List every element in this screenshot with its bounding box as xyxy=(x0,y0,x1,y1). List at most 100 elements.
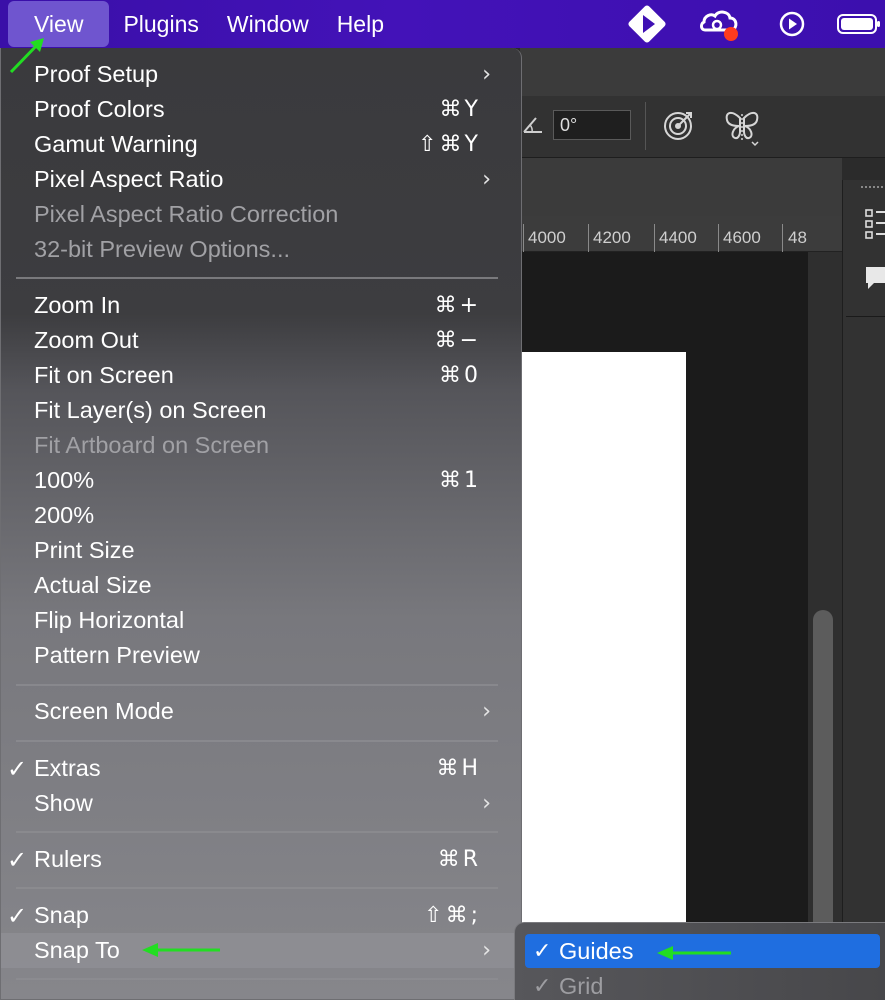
submenu-item-label: Guides xyxy=(559,937,634,964)
angle-icon xyxy=(520,110,546,138)
menu-item-show[interactable]: Show › xyxy=(1,786,521,821)
angle-input[interactable]: 0° xyxy=(553,110,631,140)
menu-item-shortcut: ⌘+ xyxy=(434,293,481,318)
checkmark-icon: ✓ xyxy=(533,973,552,999)
menu-item-print-size[interactable]: Print Size xyxy=(1,533,521,568)
menu-item-label: Screen Mode xyxy=(34,698,174,724)
ruler-tick xyxy=(654,224,655,252)
menu-plugins[interactable]: Plugins xyxy=(109,1,212,47)
ruler-tick xyxy=(523,224,524,252)
toolbar-divider xyxy=(645,102,646,150)
menu-item-shortcut: ⌘0 xyxy=(439,363,481,388)
menu-item-label: Show xyxy=(34,790,93,816)
menu-item-proof-colors[interactable]: Proof Colors ⌘Y xyxy=(1,92,521,127)
menu-item-zoom-out[interactable]: Zoom Out ⌘− xyxy=(1,323,521,358)
menu-item-label: Zoom In xyxy=(34,292,121,318)
document-tab-bar xyxy=(520,158,842,216)
menu-item-label: Snap xyxy=(34,902,89,928)
menu-separator xyxy=(16,277,498,279)
menu-item-shortcut: ⌘R xyxy=(437,847,481,872)
view-menu-dropdown: Proof Setup › Proof Colors ⌘Y Gamut Warn… xyxy=(0,48,522,1000)
menu-item-label: Actual Size xyxy=(34,572,152,598)
menu-item-label: Zoom Out xyxy=(34,327,139,353)
ruler-label: 4400 xyxy=(659,228,697,247)
menu-item-label: 32-bit Preview Options... xyxy=(34,236,290,262)
ruler-label: 4600 xyxy=(723,228,761,247)
submenu-chevron-icon: › xyxy=(482,62,491,87)
menu-item-label: Proof Setup xyxy=(34,61,159,87)
menu-item-fit-artboard-on-screen: Fit Artboard on Screen xyxy=(1,428,521,463)
menu-item-pixel-aspect-ratio[interactable]: Pixel Aspect Ratio › xyxy=(1,162,521,197)
target-icon[interactable] xyxy=(660,108,696,149)
diamond-play-icon[interactable] xyxy=(624,0,670,48)
menu-separator xyxy=(16,831,498,833)
submenu-chevron-icon: › xyxy=(482,167,491,192)
comments-panel-icon[interactable] xyxy=(864,265,885,298)
annotation-arrow-icon xyxy=(9,38,44,74)
menu-help[interactable]: Help xyxy=(323,1,398,47)
menu-item-label: 100% xyxy=(34,467,95,493)
submenu-chevron-icon: › xyxy=(482,938,491,963)
menu-item-label: Fit on Screen xyxy=(34,362,174,388)
document-canvas[interactable] xyxy=(520,352,686,932)
menu-separator xyxy=(16,887,498,889)
menu-item-gamut-warning[interactable]: Gamut Warning ⇧⌘Y xyxy=(1,127,521,162)
app-header-strip xyxy=(520,48,885,96)
submenu-item-grid[interactable]: ✓ Grid xyxy=(525,969,880,1000)
menu-item-actual-size[interactable]: Actual Size xyxy=(1,568,521,603)
menu-item-pixel-aspect-ratio-correction: Pixel Aspect Ratio Correction xyxy=(1,197,521,232)
checkmark-icon: ✓ xyxy=(7,845,28,874)
battery-icon[interactable] xyxy=(834,0,884,48)
menu-item-100-percent[interactable]: 100% ⌘1 xyxy=(1,463,521,498)
ruler-tick xyxy=(588,224,589,252)
play-circle-icon[interactable] xyxy=(770,0,814,48)
menu-item-fit-layers-on-screen[interactable]: Fit Layer(s) on Screen xyxy=(1,393,521,428)
menu-item-label: Fit Layer(s) on Screen xyxy=(34,397,267,423)
menu-item-label: Snap To xyxy=(34,937,120,963)
menu-separator xyxy=(16,684,498,686)
annotation-arrow-icon xyxy=(657,946,731,960)
menu-item-rulers[interactable]: ✓ Rulers ⌘R xyxy=(1,842,521,877)
menu-item-label: Print Size xyxy=(34,537,135,563)
ruler-label: 4000 xyxy=(528,228,566,247)
right-panel-dock xyxy=(842,180,885,1000)
menu-item-200-percent[interactable]: 200% xyxy=(1,498,521,533)
ruler-tick xyxy=(782,224,783,252)
symmetry-butterfly-icon[interactable] xyxy=(722,106,762,153)
menu-item-label: Fit Artboard on Screen xyxy=(34,432,270,458)
menu-item-shortcut: ⇧⌘; xyxy=(424,903,481,928)
checkmark-icon: ✓ xyxy=(533,938,552,964)
menu-item-label: Pixel Aspect Ratio xyxy=(34,166,224,192)
menu-item-label: Rulers xyxy=(34,846,102,872)
menu-item-flip-horizontal[interactable]: Flip Horizontal xyxy=(1,603,521,638)
menu-item-fit-on-screen[interactable]: Fit on Screen ⌘0 xyxy=(1,358,521,393)
panel-grip[interactable] xyxy=(861,186,883,190)
menu-item-label: Pixel Aspect Ratio Correction xyxy=(34,201,339,227)
menu-item-snap[interactable]: ✓ Snap ⇧⌘; xyxy=(1,898,521,933)
ruler-tick xyxy=(718,224,719,252)
menu-item-shortcut: ⌘H xyxy=(436,756,481,781)
menu-item-snap-to[interactable]: Snap To › xyxy=(1,933,521,968)
annotation-arrow-icon xyxy=(142,943,220,957)
menu-item-label: Flip Horizontal xyxy=(34,607,185,633)
checkmark-icon: ✓ xyxy=(7,901,28,930)
checkmark-icon: ✓ xyxy=(7,754,28,783)
panel-divider xyxy=(846,316,885,317)
menu-item-label: Proof Colors xyxy=(34,96,165,122)
submenu-item-label: Grid xyxy=(559,972,604,999)
menu-item-shortcut: ⇧⌘Y xyxy=(418,132,481,157)
menu-item-label: Pattern Preview xyxy=(34,642,200,668)
menu-item-label: Gamut Warning xyxy=(34,131,198,157)
vertical-scrollbar-thumb[interactable] xyxy=(813,610,833,950)
menu-item-proof-setup[interactable]: Proof Setup › xyxy=(1,57,521,92)
menu-item-zoom-in[interactable]: Zoom In ⌘+ xyxy=(1,288,521,323)
menu-window[interactable]: Window xyxy=(213,1,323,47)
menu-item-extras[interactable]: ✓ Extras ⌘H xyxy=(1,751,521,786)
menu-item-screen-mode[interactable]: Screen Mode › xyxy=(1,694,521,729)
menu-separator xyxy=(16,978,498,980)
menu-item-shortcut: ⌘Y xyxy=(439,97,481,122)
properties-panel-icon[interactable] xyxy=(864,208,885,247)
menu-item-pattern-preview[interactable]: Pattern Preview xyxy=(1,638,521,673)
ruler-label: 4200 xyxy=(593,228,631,247)
creative-cloud-icon[interactable] xyxy=(696,0,742,48)
